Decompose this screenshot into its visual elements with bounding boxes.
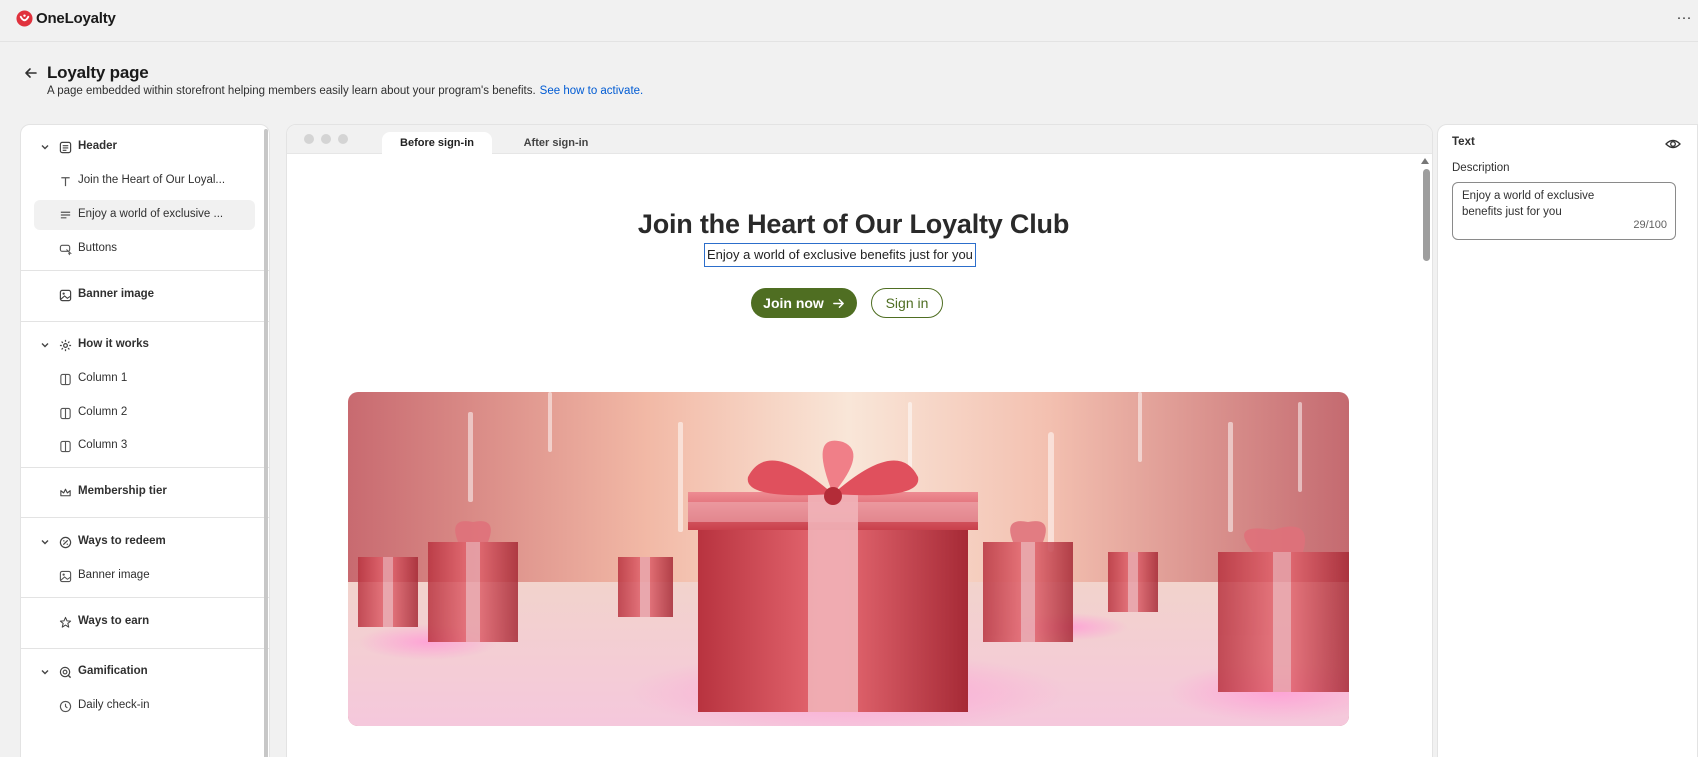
activate-help-link[interactable]: See how to activate. [540, 85, 644, 97]
crown-icon [60, 488, 71, 497]
gamification-icon [59, 666, 72, 679]
sidebar-item-column-1[interactable]: Column 1 [21, 364, 261, 394]
sign-in-button[interactable]: Sign in [871, 288, 943, 318]
text-icon [61, 177, 70, 187]
sidebar-item-label: Ways to earn [78, 615, 150, 627]
sidebar-item-daily-check-in[interactable]: Daily check-in [21, 691, 261, 721]
sidebar-item-label: Gamification [78, 665, 148, 677]
sidebar-item-label: Header [78, 140, 117, 152]
app-name: OneLoyalty [36, 10, 116, 27]
divider [21, 648, 269, 649]
sidebar-group-gamification[interactable]: Gamification [21, 657, 261, 687]
sidebar-item-label: How it works [78, 338, 149, 350]
button-icon [59, 244, 72, 256]
page-subtitle-text: A page embedded within storefront helpin… [47, 85, 536, 97]
page-title: Loyalty page [47, 63, 149, 82]
paragraph-icon [60, 211, 71, 219]
description-textarea[interactable]: Enjoy a world of exclusive benefits just… [1452, 182, 1676, 240]
preview-browser-chrome: Before sign-in After sign-in [287, 125, 1432, 154]
gift-boxes-illustration [348, 392, 1349, 726]
banner-image[interactable] [348, 392, 1349, 726]
star-icon [59, 616, 72, 628]
hero-description[interactable]: Enjoy a world of exclusive benefits just… [704, 243, 976, 267]
sidebar-group-header[interactable]: Header [21, 132, 261, 162]
divider [21, 597, 269, 598]
more-actions-button[interactable]: ··· [1674, 8, 1694, 30]
description-label: Description [1452, 162, 1510, 174]
divider [21, 270, 269, 271]
character-count: 29/100 [1633, 219, 1667, 231]
divider [21, 467, 269, 468]
sidebar-item-label: Join the Heart of Our Loyal... [78, 174, 226, 186]
chevron-down-icon[interactable] [40, 667, 50, 677]
chevron-down-icon[interactable] [40, 537, 50, 547]
sidebar-item-label: Ways to redeem [78, 535, 166, 547]
image-icon [59, 289, 72, 302]
page-preview: Before sign-in After sign-in Join the He… [286, 124, 1433, 757]
description-value: Enjoy a world of exclusive benefits just… [1462, 190, 1595, 218]
sidebar-group-how-it-works[interactable]: How it works [21, 330, 261, 360]
chevron-down-icon[interactable] [40, 340, 50, 350]
sidebar-group-ways-to-redeem[interactable]: Ways to redeem [21, 527, 261, 557]
hero-title[interactable]: Join the Heart of Our Loyalty Club [287, 209, 1420, 240]
column-icon [60, 407, 71, 420]
sidebar-item-label: Banner image [78, 288, 155, 300]
divider [21, 517, 269, 518]
sidebar-item-label: Banner image [78, 569, 150, 581]
app-brand[interactable]: OneLoyalty [16, 10, 116, 27]
checkin-icon [59, 700, 72, 713]
sections-panel: Header Join the Heart of Our Loyal... En… [20, 124, 270, 757]
sidebar-item-column-2[interactable]: Column 2 [21, 398, 261, 428]
gear-icon [59, 339, 72, 352]
column-icon [60, 440, 71, 453]
window-dot [338, 134, 348, 144]
sidebar-group-banner-image[interactable]: Banner image [21, 280, 261, 310]
section-icon [59, 141, 72, 154]
sidebar-item-label: Column 2 [78, 406, 128, 418]
join-now-label: Join now [763, 295, 824, 311]
settings-section-title: Text [1452, 136, 1475, 148]
window-dot [321, 134, 331, 144]
page-subtitle: A page embedded within storefront helpin… [47, 85, 643, 97]
sidebar-group-ways-to-earn[interactable]: Ways to earn [21, 607, 261, 637]
eye-icon[interactable] [1665, 137, 1681, 151]
top-bar: OneLoyalty ··· [0, 0, 1698, 42]
sidebar-scrollbar[interactable] [264, 129, 268, 757]
sidebar-item-label: Membership tier [78, 485, 167, 497]
scroll-up-arrow-icon[interactable] [1421, 158, 1429, 164]
sidebar-item-label: Column 1 [78, 372, 128, 384]
sidebar-item-label: Enjoy a world of exclusive ... [78, 208, 224, 220]
tab-after-sign-in[interactable]: After sign-in [501, 132, 611, 154]
sidebar-item-label: Column 3 [78, 439, 128, 451]
brand-logo-icon [16, 10, 33, 27]
sidebar-item-title-text[interactable]: Join the Heart of Our Loyal... [21, 166, 261, 196]
join-now-button[interactable]: Join now [751, 288, 857, 318]
tab-before-sign-in[interactable]: Before sign-in [382, 132, 492, 154]
sidebar-item-redeem-banner-image[interactable]: Banner image [21, 561, 261, 591]
back-arrow-icon[interactable] [22, 64, 40, 82]
sidebar-item-description[interactable]: Enjoy a world of exclusive ... [21, 200, 261, 230]
sidebar-group-membership-tier[interactable]: Membership tier [21, 477, 261, 507]
settings-panel: Text Description Enjoy a world of exclus… [1437, 124, 1698, 757]
image-icon [59, 570, 72, 583]
sidebar-item-label: Daily check-in [78, 699, 150, 711]
column-icon [60, 373, 71, 386]
arrow-right-icon [832, 298, 844, 308]
sidebar-item-label: Buttons [78, 242, 117, 254]
chevron-down-icon[interactable] [40, 142, 50, 152]
divider [21, 321, 269, 322]
window-dot [304, 134, 314, 144]
sidebar-item-buttons[interactable]: Buttons [21, 234, 261, 264]
ellipsis-icon: ··· [1676, 9, 1692, 26]
preview-scrollbar-thumb[interactable] [1423, 169, 1430, 261]
redeem-icon [59, 536, 72, 549]
sidebar-item-column-3[interactable]: Column 3 [21, 431, 261, 461]
